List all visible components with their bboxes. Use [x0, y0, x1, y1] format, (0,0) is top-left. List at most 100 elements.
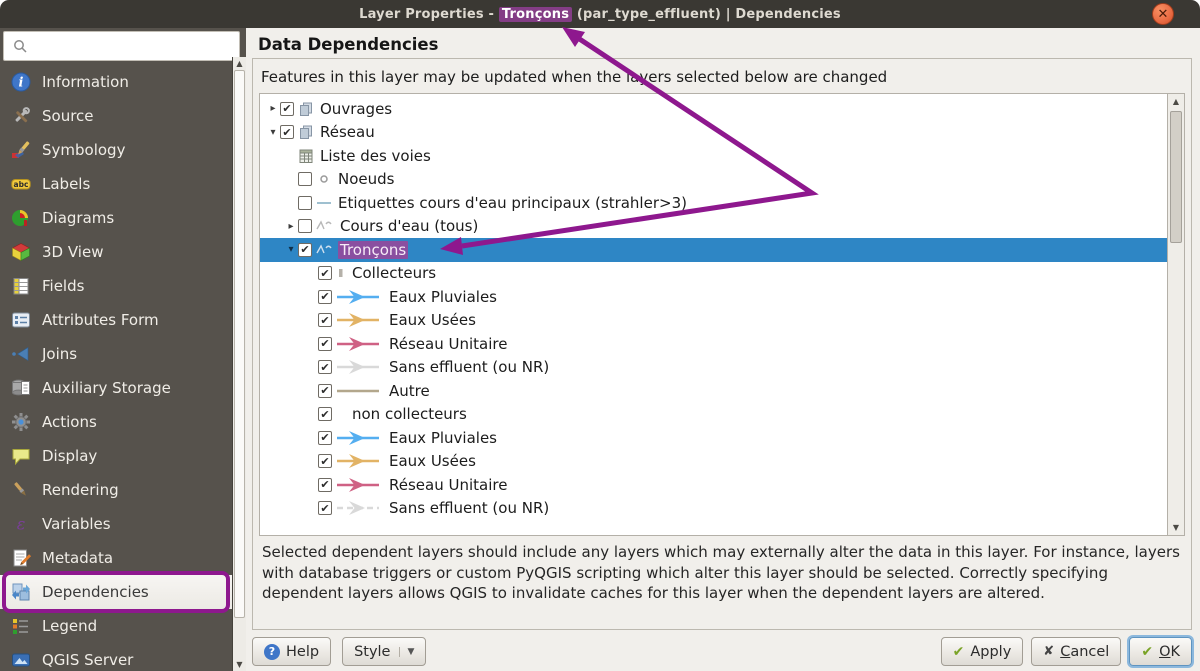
tree-item-liste-des-voies[interactable]: Liste des voies	[260, 144, 1167, 168]
scroll-down-icon[interactable]: ▼	[1168, 523, 1184, 532]
tree-item-sans-effluent-ou-nr[interactable]: ✔ Sans effluent (ou NR)	[260, 356, 1167, 380]
search-input[interactable]	[27, 33, 239, 59]
sidebar-item-joins[interactable]: Joins	[0, 337, 232, 371]
ok-button[interactable]: ✔ OK	[1129, 637, 1192, 666]
checkbox-checked[interactable]: ✔	[318, 501, 332, 516]
tree-item-r-seau-unitaire[interactable]: ✔ Réseau Unitaire	[260, 332, 1167, 356]
3dview-icon	[10, 242, 31, 263]
sidebar-item-display[interactable]: Display	[0, 439, 232, 473]
tree-item-etiquettes-cours-d-eau-principaux-strahler-3[interactable]: Etiquettes cours d'eau principaux (strah…	[260, 191, 1167, 215]
scroll-up-icon[interactable]: ▲	[1168, 97, 1184, 106]
checkbox-checked[interactable]: ✔	[318, 383, 332, 398]
arrow-blue-icon	[336, 429, 380, 447]
line-blue-icon	[316, 195, 332, 211]
expand-icon[interactable]: ▸	[284, 221, 298, 232]
svg-text:i: i	[18, 76, 23, 91]
cancel-button[interactable]: ✘ Cancel	[1031, 637, 1122, 666]
arrow-gray-icon	[336, 358, 380, 376]
checkbox-checked[interactable]: ✔	[318, 266, 332, 281]
form-icon	[10, 310, 31, 331]
tree-item-collecteurs[interactable]: ✔ Collecteurs	[260, 262, 1167, 286]
window-title: Layer Properties - Tronçons (par_type_ef…	[359, 6, 841, 22]
expand-icon[interactable]: ▸	[266, 103, 280, 114]
checkbox-checked[interactable]: ✔	[318, 407, 332, 422]
scroll-up-icon[interactable]: ▲	[233, 59, 246, 68]
sidebar-search[interactable]	[3, 31, 240, 61]
checkbox-unchecked[interactable]	[298, 219, 312, 234]
sidebar-item-label: Joins	[42, 345, 78, 363]
checkbox-checked[interactable]: ✔	[280, 125, 294, 140]
checkbox-unchecked[interactable]	[298, 172, 312, 187]
sidebar-item-diagrams[interactable]: Diagrams	[0, 201, 232, 235]
checkbox-checked[interactable]: ✔	[318, 289, 332, 304]
sidebar-item-3d-view[interactable]: 3D View	[0, 235, 232, 269]
checkbox-checked[interactable]: ✔	[298, 242, 312, 257]
sidebar-item-qgis-server[interactable]: QGIS Server	[0, 643, 232, 671]
page-title: Data Dependencies	[258, 35, 439, 54]
tree-item-noeuds[interactable]: Noeuds	[260, 168, 1167, 192]
help-button[interactable]: ? Help	[252, 637, 332, 666]
sidebar-item-labels[interactable]: abc Labels	[0, 167, 232, 201]
check-icon: ✔	[952, 643, 965, 660]
scroll-down-icon[interactable]: ▼	[233, 660, 246, 669]
variables-icon: ε	[10, 514, 31, 535]
tree-item-eaux-us-es[interactable]: ✔ Eaux Usées	[260, 309, 1167, 333]
tree-item-sans-effluent-ou-nr[interactable]: ✔ Sans effluent (ou NR)	[260, 497, 1167, 521]
tree-item-eaux-us-es[interactable]: ✔ Eaux Usées	[260, 450, 1167, 474]
style-label: Style	[354, 643, 391, 660]
tree-scrollbar[interactable]: ▲ ▼	[1167, 94, 1184, 535]
svg-text:abc: abc	[13, 180, 28, 189]
cancel-label: Cancel	[1060, 643, 1110, 660]
tree-item-eaux-pluviales[interactable]: ✔ Eaux Pluviales	[260, 285, 1167, 309]
sidebar-item-legend[interactable]: Legend	[0, 609, 232, 643]
sidebar-item-dependencies[interactable]: Dependencies	[0, 571, 232, 613]
group-icon	[298, 101, 314, 117]
squiggle-icon	[316, 218, 334, 234]
sidebar-item-label: 3D View	[42, 243, 104, 261]
checkbox-checked[interactable]: ✔	[318, 336, 332, 351]
checkbox-checked[interactable]: ✔	[318, 477, 332, 492]
sidebar-item-variables[interactable]: ε Variables	[0, 507, 232, 541]
sidebar-item-label: Symbology	[42, 141, 126, 159]
checkbox-checked[interactable]: ✔	[318, 313, 332, 328]
tree-item-eaux-pluviales[interactable]: ✔ Eaux Pluviales	[260, 426, 1167, 450]
checkbox-unchecked[interactable]	[298, 195, 312, 210]
tree-item-autre[interactable]: ✔ Autre	[260, 379, 1167, 403]
tree-item-ouvrages[interactable]: ▸ ✔ Ouvrages	[260, 97, 1167, 121]
sidebar-item-source[interactable]: Source	[0, 99, 232, 133]
diagrams-icon	[10, 208, 31, 229]
sidebar-item-actions[interactable]: Actions	[0, 405, 232, 439]
sidebar-item-attributes-form[interactable]: Attributes Form	[0, 303, 232, 337]
tree-item-r-seau[interactable]: ▾ ✔ Réseau	[260, 121, 1167, 145]
server-icon	[10, 650, 31, 671]
tree-item-r-seau-unitaire[interactable]: ✔ Réseau Unitaire	[260, 473, 1167, 497]
apply-button[interactable]: ✔ Apply	[940, 637, 1024, 666]
sidebar-item-rendering[interactable]: Rendering	[0, 473, 232, 507]
close-icon[interactable]: ✕	[1152, 3, 1174, 25]
tree-item-tron-ons[interactable]: ▾ ✔ Tronçons	[260, 238, 1167, 262]
fields-icon	[10, 276, 31, 297]
collapse-icon[interactable]: ▾	[284, 244, 298, 255]
sidebar-scrollbar-thumb[interactable]	[234, 70, 245, 618]
collapse-icon[interactable]: ▾	[266, 127, 280, 138]
sidebar-item-list: i Information Source Symbology abc Labels Diag…	[0, 65, 232, 671]
sidebar-item-fields[interactable]: Fields	[0, 269, 232, 303]
style-button[interactable]: Style ▼	[342, 637, 427, 666]
button-bar: ? Help Style ▼ ✔ Apply ✘ Cancel ✔ OK	[252, 636, 1192, 667]
checkbox-checked[interactable]: ✔	[318, 430, 332, 445]
tree-item-non-collecteurs[interactable]: ✔ non collecteurs	[260, 403, 1167, 427]
tree-item-label: Noeuds	[338, 170, 395, 189]
sidebar-item-symbology[interactable]: Symbology	[0, 133, 232, 167]
sidebar-item-auxiliary-storage[interactable]: Auxiliary Storage	[0, 371, 232, 405]
source-icon	[10, 106, 31, 127]
checkbox-checked[interactable]: ✔	[318, 454, 332, 469]
sidebar-scrollbar[interactable]: ▲ ▼	[232, 57, 246, 671]
sidebar-item-metadata[interactable]: Metadata	[0, 541, 232, 575]
tree-item-cours-d-eau-tous[interactable]: ▸ Cours d'eau (tous)	[260, 215, 1167, 239]
arrow-tan-icon	[336, 311, 380, 329]
checkbox-checked[interactable]: ✔	[280, 101, 294, 116]
checkbox-checked[interactable]: ✔	[318, 360, 332, 375]
tree-scrollbar-thumb[interactable]	[1170, 111, 1182, 243]
title-highlight-troncons: Tronçons	[498, 6, 573, 22]
sidebar-item-information[interactable]: i Information	[0, 65, 232, 99]
